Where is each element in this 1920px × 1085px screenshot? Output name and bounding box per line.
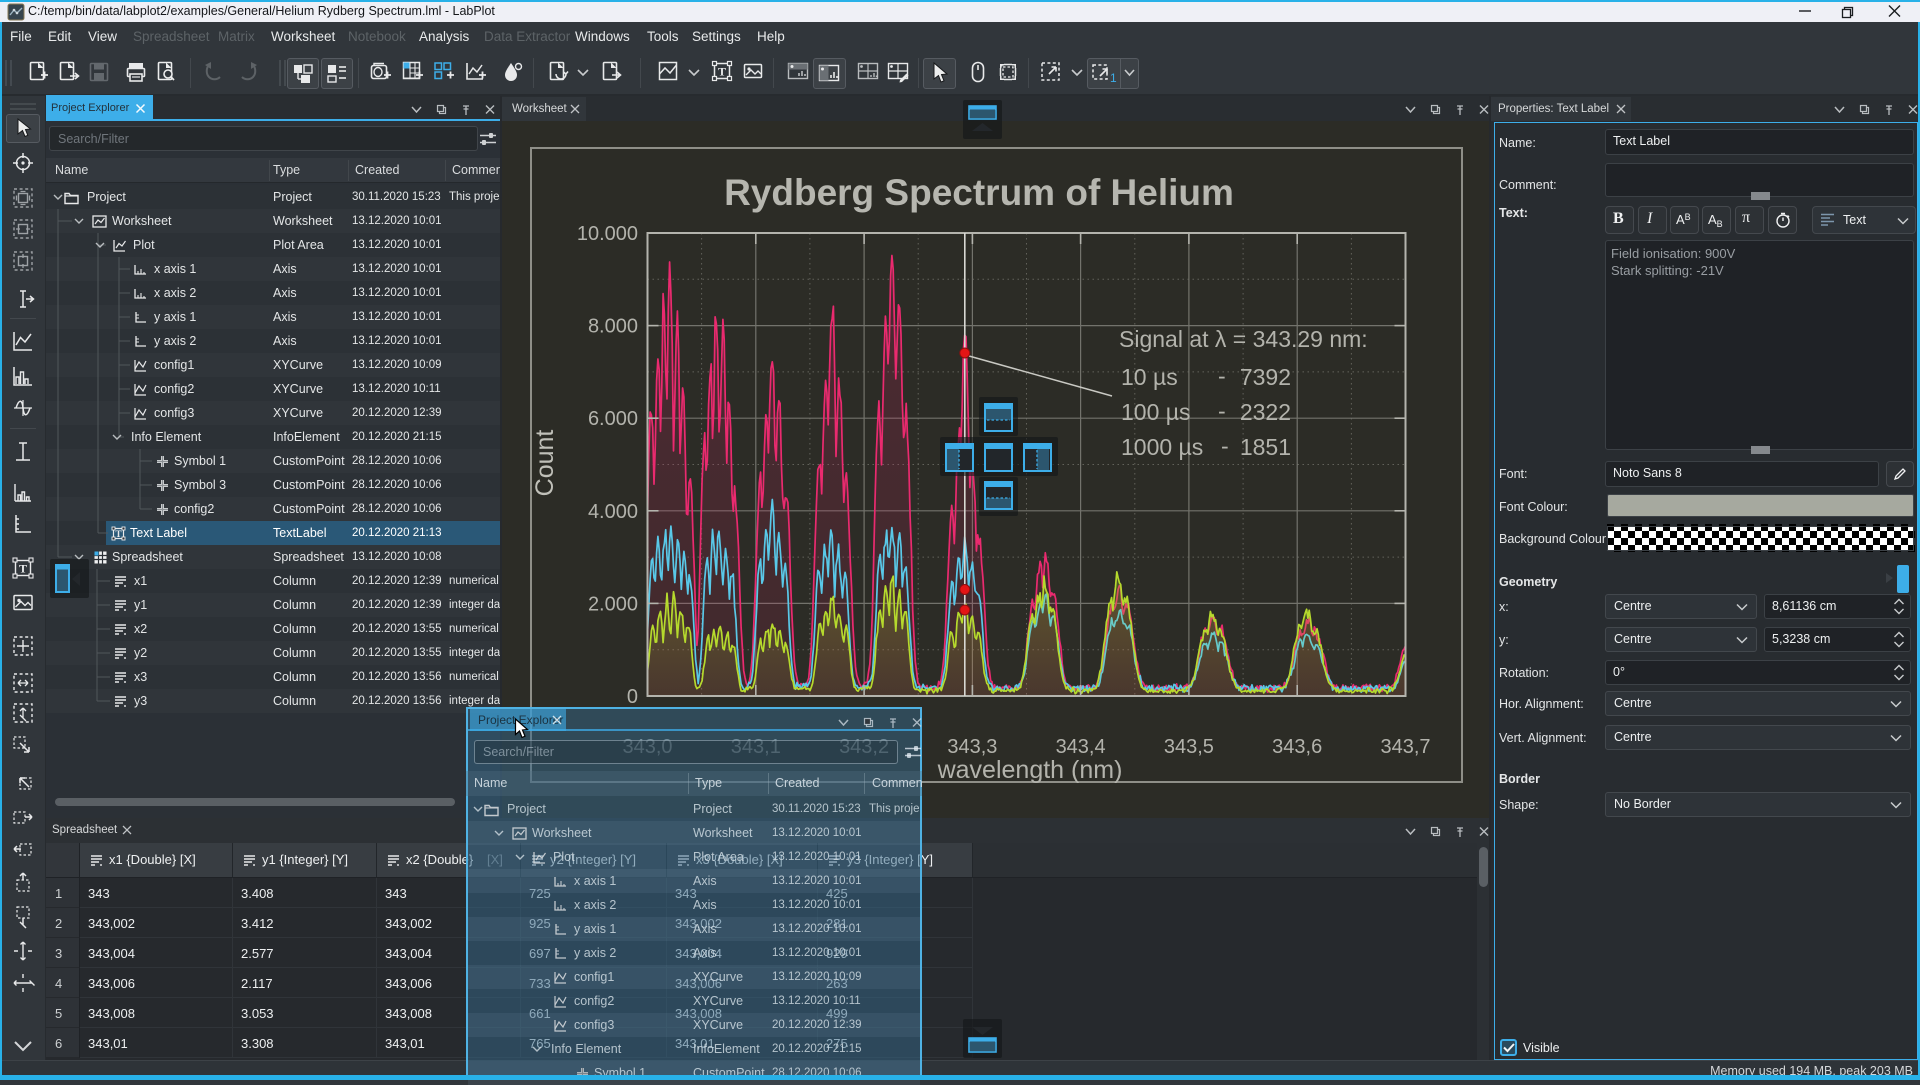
svg-text:10 µs: 10 µs bbox=[1121, 364, 1178, 390]
svg-text:Signal at λ = 343.29 nm:: Signal at λ = 343.29 nm: bbox=[1119, 326, 1368, 352]
svg-text:343,7: 343,7 bbox=[1380, 736, 1430, 758]
svg-text:6.000: 6.000 bbox=[588, 408, 638, 430]
svg-text:0: 0 bbox=[627, 686, 638, 708]
svg-text:Rydberg Spectrum of Helium: Rydberg Spectrum of Helium bbox=[724, 172, 1234, 213]
svg-text:343,5: 343,5 bbox=[1164, 736, 1214, 758]
svg-text:-: - bbox=[1221, 433, 1229, 459]
svg-text:343,4: 343,4 bbox=[1056, 736, 1106, 758]
svg-text:343,6: 343,6 bbox=[1272, 736, 1322, 758]
svg-text:7392: 7392 bbox=[1240, 364, 1291, 390]
svg-text:-: - bbox=[1218, 398, 1226, 424]
svg-text:T: T bbox=[718, 65, 726, 79]
svg-text:1851: 1851 bbox=[1240, 434, 1291, 460]
svg-text:2322: 2322 bbox=[1240, 399, 1291, 425]
svg-text:-: - bbox=[1218, 363, 1226, 389]
svg-text:1000 µs: 1000 µs bbox=[1121, 434, 1203, 460]
svg-text:4.000: 4.000 bbox=[588, 501, 638, 523]
svg-text:8.000: 8.000 bbox=[588, 316, 638, 338]
svg-text:Count: Count bbox=[531, 430, 559, 497]
svg-text:1: 1 bbox=[1110, 71, 1117, 85]
svg-text:wavelength (nm): wavelength (nm) bbox=[937, 756, 1123, 784]
svg-text:343,3: 343,3 bbox=[947, 736, 997, 758]
svg-text:100 µs: 100 µs bbox=[1121, 399, 1191, 425]
svg-text:T: T bbox=[19, 562, 27, 576]
svg-text:2.000: 2.000 bbox=[588, 593, 638, 615]
svg-text:T: T bbox=[115, 529, 121, 539]
svg-text:10.000: 10.000 bbox=[577, 223, 638, 245]
